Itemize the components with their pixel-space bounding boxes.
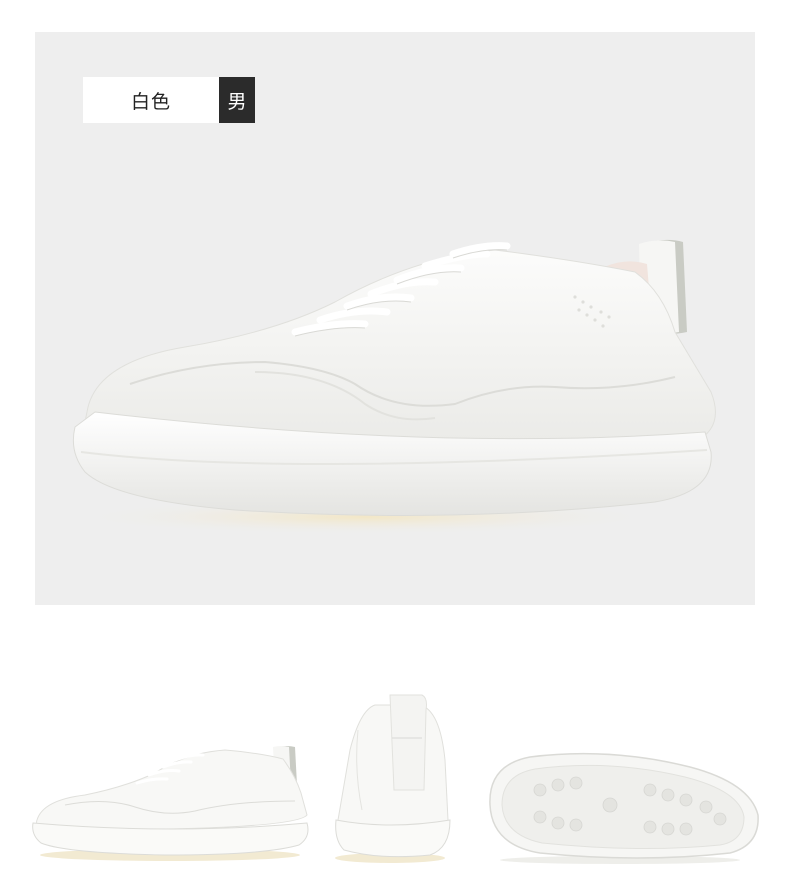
sneaker-sole-image: [489, 752, 759, 864]
thumbnail-side-view[interactable]: [25, 735, 315, 865]
color-label: 白色: [83, 77, 219, 123]
sneaker-side-image: [32, 746, 309, 861]
thumbnail-sole-view[interactable]: [480, 745, 765, 865]
gender-label: 男: [219, 77, 255, 123]
sneaker-back-image: [335, 694, 451, 863]
variant-tag: 白色 男: [83, 77, 255, 123]
hero-image-panel: 白色 男: [35, 32, 755, 605]
thumbnail-back-view[interactable]: [330, 690, 460, 865]
